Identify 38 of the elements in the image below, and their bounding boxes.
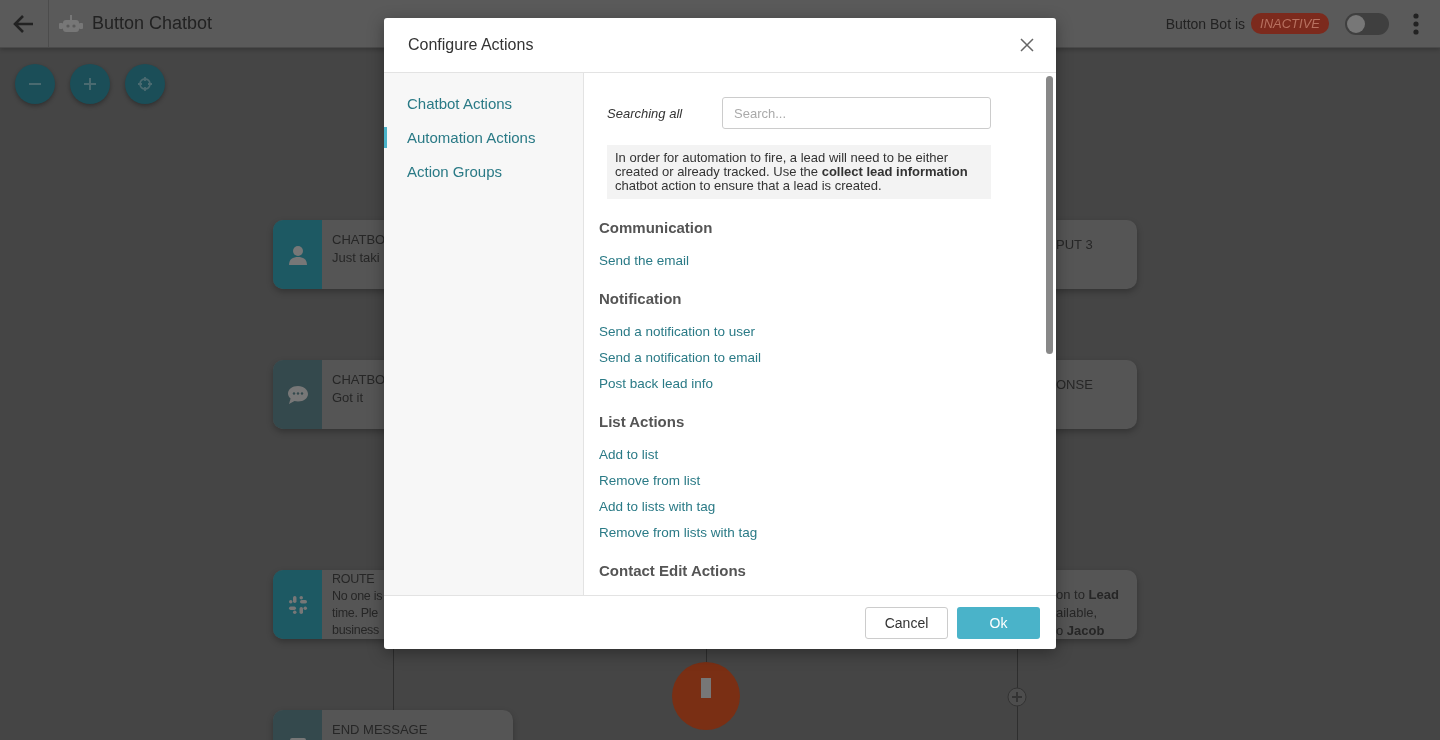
info-notice: In order for automation to fire, a lead will need to be either created or already tracked. Use the collect lead information chatbot action to ensure that a lead is created. xyxy=(607,145,991,199)
sidebar-tab[interactable]: Chatbot Actions xyxy=(384,93,583,114)
chat-bubble-icon xyxy=(286,384,309,405)
action-link[interactable]: Send the email xyxy=(599,252,992,270)
page-title: Button Chatbot xyxy=(92,13,213,34)
crosshair-icon[interactable] xyxy=(137,76,153,92)
action-link[interactable]: Post back lead info xyxy=(599,375,992,393)
zoom-out-button[interactable] xyxy=(15,64,55,104)
search-label: Searching all xyxy=(607,105,684,121)
action-link[interactable]: Send a notification to user xyxy=(599,323,992,341)
add-node-icon[interactable] xyxy=(1007,687,1027,707)
action-link[interactable]: Add to lists with tag xyxy=(599,498,992,516)
cancel-button[interactable]: Cancel xyxy=(865,606,948,639)
action-link[interactable]: Send a notification to email xyxy=(599,349,992,367)
scrollbar[interactable] xyxy=(1046,76,1053,354)
sidebar-tab[interactable]: Automation Actions xyxy=(384,127,583,148)
plus-icon[interactable] xyxy=(82,76,98,92)
back-arrow-icon[interactable] xyxy=(13,13,35,34)
search-field[interactable]: Search... xyxy=(722,97,991,129)
section-heading: Communication xyxy=(599,219,714,236)
sidebar-tab[interactable]: Action Groups xyxy=(384,161,583,182)
recenter-button[interactable] xyxy=(125,64,165,104)
more-menu-icon[interactable] xyxy=(1413,12,1419,35)
action-link[interactable]: Remove from lists with tag xyxy=(599,524,992,542)
hash-grid-icon xyxy=(287,594,308,615)
section-heading: Notification xyxy=(599,290,683,307)
toggle-switch[interactable] xyxy=(1345,12,1389,35)
robot-icon xyxy=(58,13,84,34)
status-badge: INACTIVE xyxy=(1251,13,1329,34)
action-link[interactable]: Add to list xyxy=(599,446,992,464)
section-heading: List Actions xyxy=(599,413,686,430)
person-icon xyxy=(287,244,308,265)
section-heading: Contact Edit Actions xyxy=(599,562,747,579)
status-label: Button Bot is xyxy=(1165,15,1246,32)
dialog-title: Configure Actions xyxy=(408,36,535,54)
zoom-in-button[interactable] xyxy=(70,64,110,104)
close-button[interactable] xyxy=(1018,36,1036,54)
action-link[interactable]: Remove from list xyxy=(599,472,992,490)
